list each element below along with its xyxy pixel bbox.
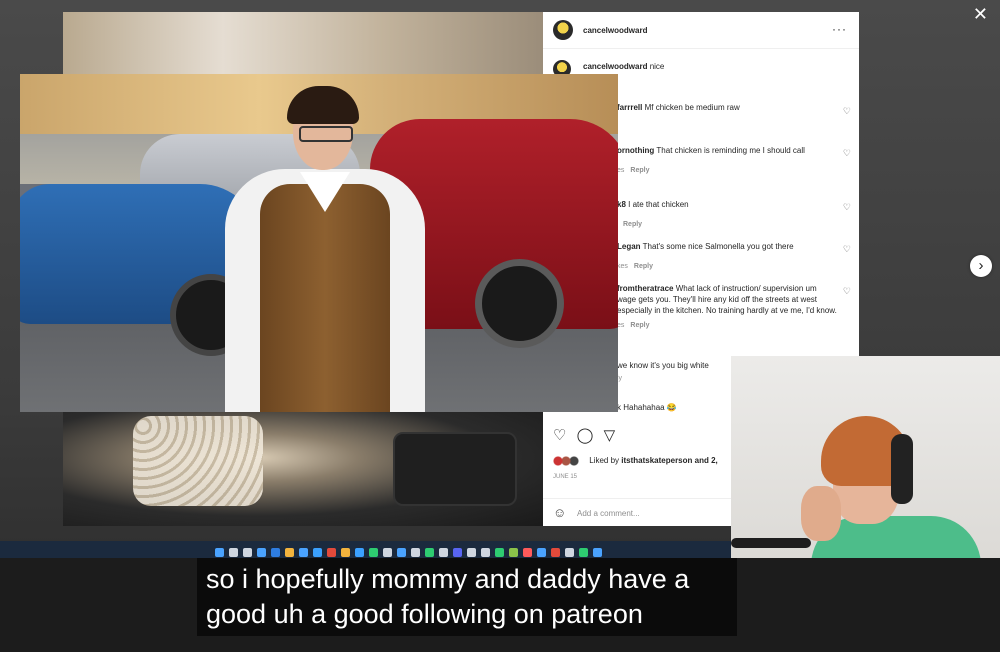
- taskbar-app-icon[interactable]: [551, 548, 560, 557]
- overlay-meme-image: [20, 74, 618, 412]
- comment-item: fromtheratrace What lack of instruction/…: [617, 283, 837, 331]
- taskbar-app-icon[interactable]: [257, 548, 266, 557]
- like-post-icon[interactable]: ♡: [553, 427, 566, 444]
- taskbar-app-icon[interactable]: [425, 548, 434, 557]
- taskbar-app-icon[interactable]: [453, 548, 462, 557]
- taskbar-app-icon[interactable]: [439, 548, 448, 557]
- likes-prefix: Liked by: [589, 456, 620, 466]
- comment-meta: es Reply: [617, 165, 837, 176]
- next-post-icon[interactable]: ›: [970, 255, 992, 277]
- taskbar-app-icon[interactable]: [411, 548, 420, 557]
- taskbar-app-icon[interactable]: [565, 548, 574, 557]
- taskbar-app-icon[interactable]: [537, 548, 546, 557]
- share-icon[interactable]: ▽: [604, 427, 616, 444]
- more-options-icon[interactable]: ···: [832, 22, 847, 36]
- comment-item: ornothing That chicken is reminding me I…: [617, 145, 837, 176]
- author-username[interactable]: cancelwoodward: [583, 26, 647, 35]
- liker-avatars: [553, 456, 583, 466]
- comment-item: farrrell Mf chicken be medium raw: [617, 102, 837, 113]
- comment-item: Legan That's some nice Salmonella you go…: [617, 241, 837, 272]
- like-comment-icon[interactable]: ♡: [843, 202, 851, 213]
- taskbar-app-icon[interactable]: [355, 548, 364, 557]
- comment-text: we know it's you big white: [617, 361, 709, 370]
- add-comment-input[interactable]: Add a comment...: [577, 509, 640, 518]
- comment-meta: es Reply: [617, 320, 837, 331]
- comment-text: I ate that chicken: [628, 200, 689, 209]
- taskbar-app-icon[interactable]: [327, 548, 336, 557]
- taskbar-app-icon[interactable]: [481, 548, 490, 557]
- taskbar: [0, 541, 760, 558]
- taskbar-app-icon[interactable]: [383, 548, 392, 557]
- taskbar-app-icon[interactable]: [229, 548, 238, 557]
- comment-icon[interactable]: ◯: [577, 427, 594, 444]
- like-comment-icon[interactable]: ♡: [843, 148, 851, 159]
- headset: [891, 434, 913, 504]
- taskbar-app-icon[interactable]: [271, 548, 280, 557]
- meme-person: [205, 84, 445, 412]
- like-comment-icon[interactable]: ♡: [843, 244, 851, 255]
- microphone-arm: [731, 538, 811, 548]
- taskbar-app-icon[interactable]: [397, 548, 406, 557]
- comment-user[interactable]: fromtheratrace: [617, 284, 673, 293]
- comment-user[interactable]: ornothing: [617, 146, 654, 155]
- like-comment-icon[interactable]: ♡: [843, 286, 851, 297]
- like-comment-icon[interactable]: ♡: [843, 106, 851, 117]
- post-actions: ♡ ◯ ▽: [553, 426, 621, 444]
- reply-button[interactable]: Reply: [623, 221, 642, 228]
- comment-meta: Reply: [617, 219, 837, 230]
- streamer: [801, 416, 991, 558]
- reply-button[interactable]: Reply: [634, 263, 653, 270]
- author-avatar[interactable]: [553, 20, 573, 40]
- taskbar-app-icon[interactable]: [467, 548, 476, 557]
- comment-meta: kes Reply: [617, 261, 837, 272]
- first-comment-body: nice: [649, 62, 665, 71]
- emoji-icon[interactable]: ☺: [553, 505, 566, 520]
- taskbar-app-icon[interactable]: [593, 548, 602, 557]
- taskbar-app-icon[interactable]: [299, 548, 308, 557]
- comment-text: That chicken is reminding me I should ca…: [656, 146, 805, 155]
- taskbar-app-icon[interactable]: [579, 548, 588, 557]
- post-image-top: [63, 12, 543, 82]
- meme-red-car-wheel: [475, 259, 564, 348]
- post-header: cancelwoodward ···: [543, 12, 859, 49]
- comment-user[interactable]: farrrell: [617, 103, 642, 112]
- meme-hair: [287, 86, 359, 124]
- first-comment-user[interactable]: cancelwoodward: [583, 62, 647, 71]
- comment-likes: es: [617, 322, 625, 329]
- comment-text: That's some nice Salmonella you got ther…: [642, 242, 794, 251]
- meme-glasses: [299, 126, 353, 142]
- comment-user[interactable]: k8: [617, 200, 626, 209]
- likes-suffix[interactable]: and 2,: [695, 456, 718, 465]
- taskbar-app-icon[interactable]: [313, 548, 322, 557]
- comment-user[interactable]: Legan: [617, 242, 641, 251]
- comment-item: k8 I ate that chicken Reply: [617, 199, 837, 230]
- taskbar-app-icon[interactable]: [243, 548, 252, 557]
- taskbar-app-icon[interactable]: [285, 548, 294, 557]
- likes-user[interactable]: itsthatskateperson: [621, 456, 692, 465]
- grill-basket: [393, 432, 517, 506]
- taskbar-app-icon[interactable]: [341, 548, 350, 557]
- taskbar-app-icon[interactable]: [495, 548, 504, 557]
- subtitle-box: so i hopefully mommy and daddy have a go…: [197, 558, 737, 636]
- close-icon[interactable]: ✕: [973, 4, 988, 25]
- taskbar-app-icon[interactable]: [523, 548, 532, 557]
- taskbar-app-icon[interactable]: [215, 548, 224, 557]
- likes-summary: Liked by itsthatskateperson and 2,: [553, 456, 718, 466]
- reply-button[interactable]: Reply: [630, 322, 649, 329]
- comment-text: Mf chicken be medium raw: [644, 103, 740, 112]
- streamer-hand: [801, 486, 841, 541]
- meme-vest: [260, 184, 390, 412]
- post-date: JUNE 15: [553, 474, 578, 480]
- food-tray: [133, 416, 263, 506]
- webcam-feed: [731, 356, 1000, 558]
- subtitle-line-2: good uh a good following on patreon: [206, 599, 643, 629]
- reply-button[interactable]: Reply: [630, 167, 649, 174]
- taskbar-app-icon[interactable]: [369, 548, 378, 557]
- comment-likes: kes: [617, 263, 628, 270]
- comment-likes: es: [617, 167, 625, 174]
- first-comment-text: cancelwoodward nice: [583, 62, 664, 71]
- taskbar-app-icon[interactable]: [509, 548, 518, 557]
- subtitle-line-1: so i hopefully mommy and daddy have a: [206, 564, 690, 594]
- comment-text: k Hahahahaa 😂: [617, 403, 677, 412]
